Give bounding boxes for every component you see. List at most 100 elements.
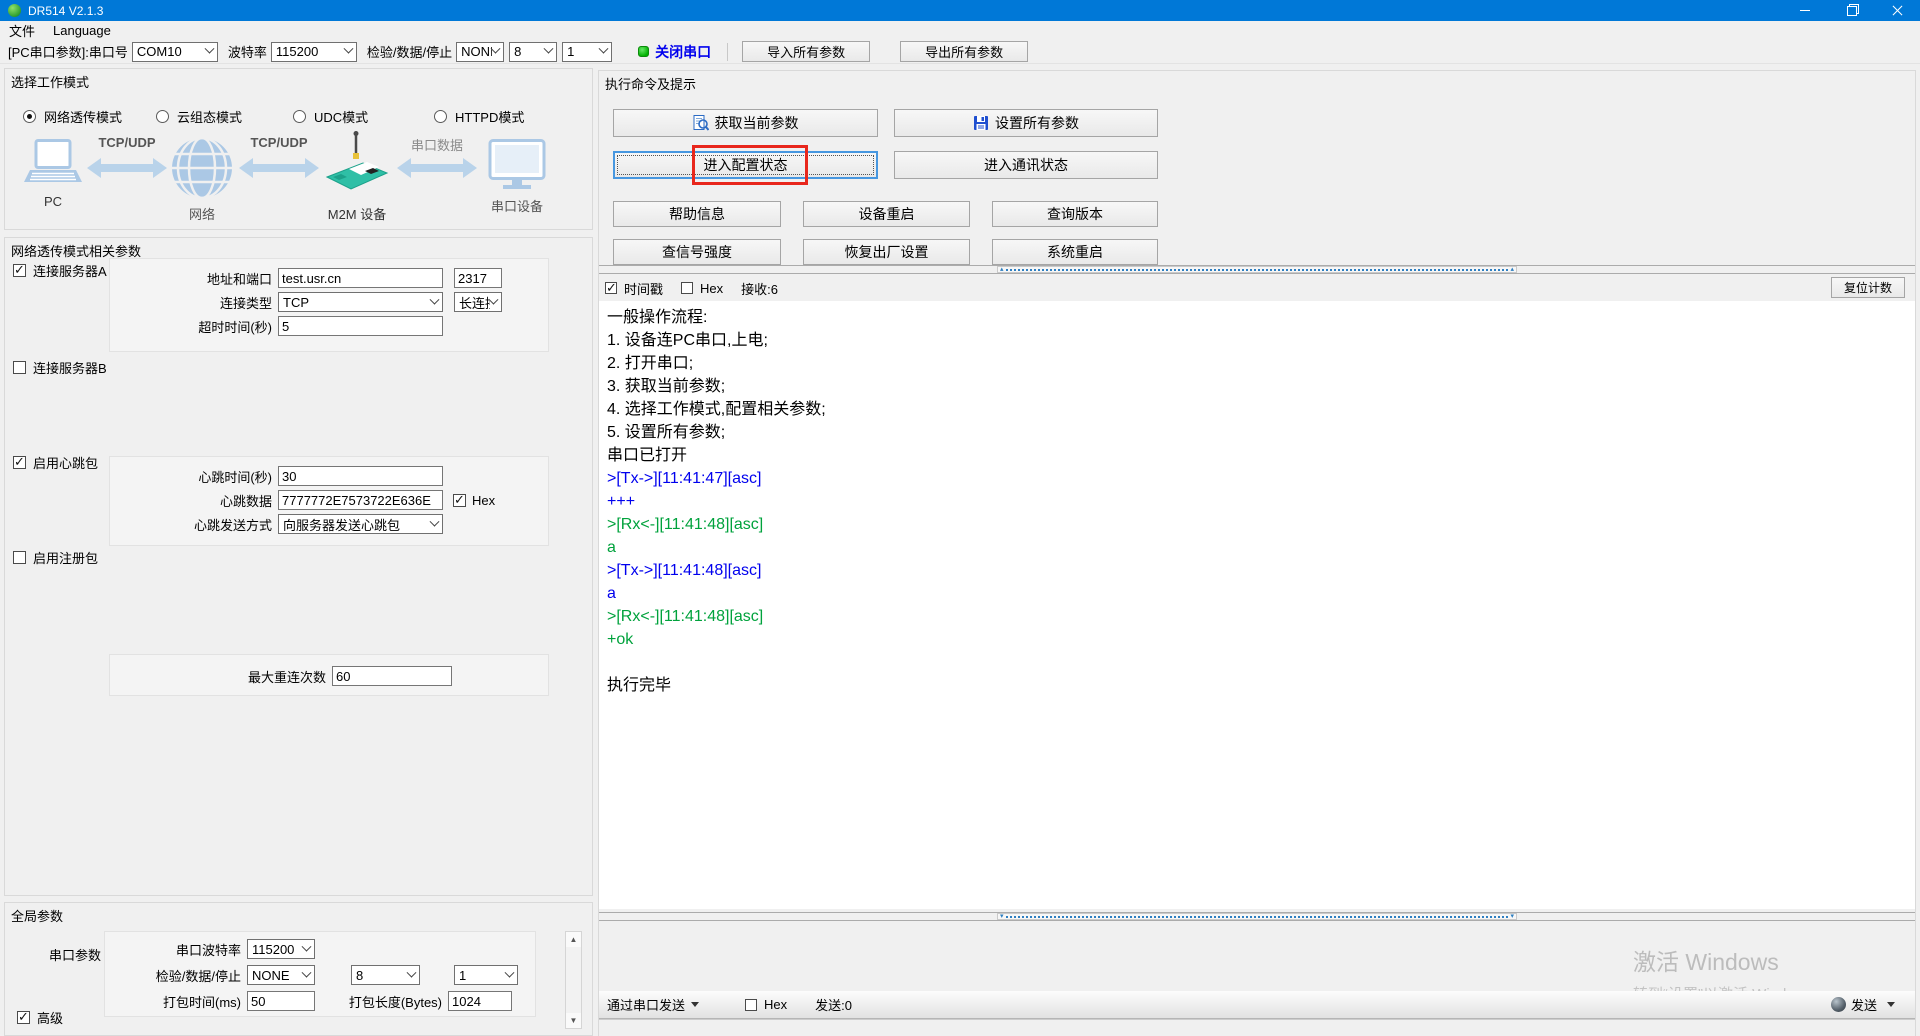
menu-language[interactable]: Language [44,21,120,40]
restore-button[interactable] [1828,0,1874,21]
chevron-down-icon [489,294,499,304]
query-version-button[interactable]: 查询版本 [992,201,1158,227]
scroll-down-icon[interactable]: ▼ [566,1013,581,1028]
diagram-link-tcp-udp-1: TCP/UDP [85,135,169,184]
register-checkbox[interactable] [13,551,26,564]
global-scrollbar[interactable]: ▲ ▼ [565,931,582,1029]
device-reboot-button[interactable]: 设备重启 [803,201,970,227]
parity-label: 检验/数据/停止 [367,42,452,61]
annotation-red-box [692,145,808,185]
diagram-node-pc: PC [21,139,85,209]
send-button[interactable]: 发送 [1831,995,1895,1014]
server-a-checkbox-item[interactable]: 连接服务器A [13,261,107,280]
log-line: >[Rx<-][11:41:48][asc] [607,513,1907,536]
double-arrow-icon [396,155,478,181]
heartbeat-fieldset: 心跳时间(秒) 心跳数据 Hex 心跳发送方式 向服务器发送心跳包 [109,456,549,546]
set-params-button[interactable]: 设置所有参数 [894,109,1158,137]
advanced-checkbox-item[interactable]: 高级 [17,1008,63,1027]
conn-type-select[interactable]: TCP [278,292,443,312]
global-parity-select[interactable]: NONE [247,965,315,985]
reconnect-row: 最大重连次数 [110,664,548,688]
radio-udc-mode[interactable]: UDC模式 [293,107,368,126]
splitter-grabber[interactable]: ▴ ▴ [997,266,1517,273]
close-button[interactable] [1874,0,1920,21]
chevron-down-icon [691,1002,699,1007]
menu-file[interactable]: 文件 [0,21,44,40]
heartbeat-mode-select[interactable]: 向服务器发送心跳包 [278,514,443,534]
export-params-button[interactable]: 导出所有参数 [900,41,1028,62]
heartbeat-checkbox[interactable] [13,456,26,469]
factory-reset-button[interactable]: 恢复出厂设置 [803,239,970,265]
conn-keep-select[interactable]: 长连接 [454,292,502,312]
heartbeat-checkbox-item[interactable]: 启用心跳包 [13,453,98,472]
import-params-button[interactable]: 导入所有参数 [742,41,870,62]
reset-count-button[interactable]: 复位计数 [1831,277,1905,298]
log-area[interactable]: 一般操作流程: 1. 设备连PC串口,上电; 2. 打开串口; 3. 获取当前参… [599,301,1915,909]
databits-select[interactable]: 8 [509,42,557,62]
radio-icon [23,110,36,123]
timestamp-checkbox-item[interactable]: 时间戳 [605,279,663,298]
diagram-link-serial-data: 串口数据 [395,135,479,184]
server-a-port-input[interactable] [454,268,502,288]
parity-select[interactable]: NONI [456,42,504,62]
get-params-button[interactable]: 获取当前参数 [613,109,878,137]
send-icon [1831,997,1846,1012]
heartbeat-hex-checkbox-item[interactable]: Hex [453,493,495,508]
timestamp-checkbox[interactable] [605,282,617,294]
log-hex-checkbox[interactable] [681,282,693,294]
baud-select[interactable]: 115200 [271,42,357,62]
advanced-checkbox[interactable] [17,1011,30,1024]
query-signal-button[interactable]: 查信号强度 [613,239,781,265]
chevron-down-icon [407,967,417,977]
send-hex-checkbox[interactable] [745,999,757,1011]
server-a-checkbox[interactable] [13,264,26,277]
m2m-device-icon [321,131,393,199]
help-button[interactable]: 帮助信息 [613,201,781,227]
log-line: 2. 打开串口; [607,352,1907,375]
scrollbar-track[interactable] [566,947,581,1013]
server-a-address-input[interactable] [278,268,443,288]
window-title: DR514 V2.1.3 [28,4,103,18]
global-baud-select[interactable]: 115200 [247,939,315,959]
log-splitter-bottom[interactable]: ▾ ▾ [599,912,1915,921]
timeout-input[interactable] [278,316,443,336]
send-hex-checkbox-item[interactable]: Hex [745,997,787,1012]
bottom-strip [599,1019,1915,1036]
global-params-title: 全局参数 [11,906,63,925]
com-port-select[interactable]: COM10 [132,42,218,62]
close-port-button[interactable]: 关闭串口 [655,42,711,62]
server-b-checkbox-item[interactable]: 连接服务器B [13,358,107,377]
triangle-up-icon: ▴ [1000,266,1004,273]
reconnect-fieldset: 最大重连次数 [109,654,549,696]
pack-length-input[interactable] [448,991,512,1011]
triangle-down-icon: ▾ [1000,913,1004,920]
double-arrow-icon [238,155,320,181]
splitter-grabber[interactable]: ▾ ▾ [997,913,1517,920]
global-databits-select[interactable]: 8 [351,965,420,985]
radio-net-transparent-mode[interactable]: 网络透传模式 [23,107,122,126]
chevron-down-icon [343,44,353,54]
heartbeat-data-input[interactable] [278,490,443,510]
floppy-disk-icon [973,115,989,131]
window-controls [1782,0,1920,21]
log-line [607,651,1907,674]
minimize-button[interactable] [1782,0,1828,21]
log-hex-checkbox-item[interactable]: Hex [681,281,723,296]
heartbeat-time-input[interactable] [278,466,443,486]
system-reboot-button[interactable]: 系统重启 [992,239,1158,265]
register-checkbox-item[interactable]: 启用注册包 [13,548,98,567]
enter-comm-button[interactable]: 进入通讯状态 [894,151,1158,179]
radio-cloud-mode[interactable]: 云组态模式 [156,107,242,126]
server-b-checkbox[interactable] [13,361,26,374]
global-params-groupbox: 全局参数 串口参数 串口波特率 115200 检验/数据/停止 NONE 8 1 [4,902,593,1036]
stopbits-select[interactable]: 1 [562,42,612,62]
global-stopbits-select[interactable]: 1 [454,965,518,985]
send-method-dropdown[interactable]: 通过串口发送 [607,995,699,1014]
radio-icon [293,110,306,123]
log-splitter-top[interactable]: ▴ ▴ [599,265,1915,274]
pack-time-input[interactable] [247,991,315,1011]
radio-httpd-mode[interactable]: HTTPD模式 [434,107,524,126]
heartbeat-hex-checkbox[interactable] [453,494,466,507]
reconnect-input[interactable] [332,666,452,686]
scroll-up-icon[interactable]: ▲ [566,932,581,947]
